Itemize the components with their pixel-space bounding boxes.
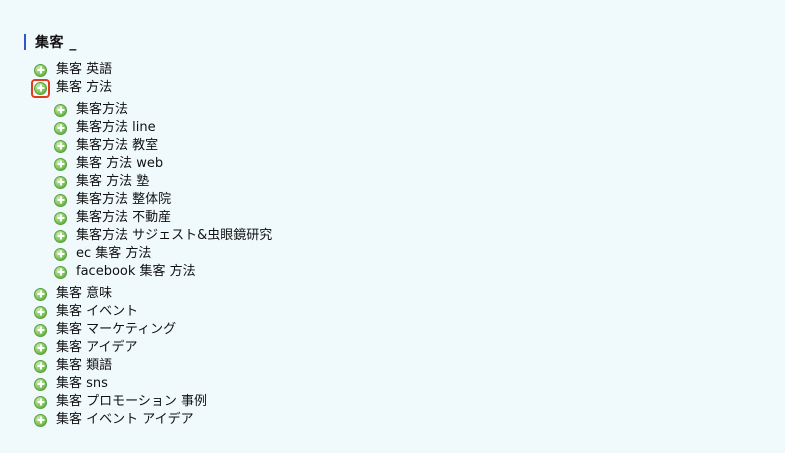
child-item-label[interactable]: 集客方法 不動産 bbox=[76, 209, 171, 227]
plus-circle-icon[interactable] bbox=[34, 287, 47, 301]
plus-circle-icon[interactable] bbox=[54, 175, 67, 189]
child-item-label[interactable]: 集客 方法 塾 bbox=[76, 173, 149, 191]
tree-item[interactable]: 集客 プロモーション 事例 bbox=[34, 393, 272, 411]
child-item-label[interactable]: 集客方法 教室 bbox=[76, 137, 158, 155]
child-item[interactable]: facebook 集客 方法 bbox=[54, 263, 272, 281]
child-item[interactable]: 集客 方法 塾 bbox=[54, 173, 272, 191]
section-heading: 集客 _ bbox=[24, 33, 77, 51]
plus-circle-icon[interactable] bbox=[54, 247, 67, 261]
tree-item-label[interactable]: 集客 方法 bbox=[56, 79, 112, 97]
tree-children-group: 集客方法 集客方法 line 集客方法 教室 集客 方法 web 集客 方法 塾… bbox=[34, 101, 272, 281]
plus-circle-icon[interactable] bbox=[34, 323, 47, 337]
child-item[interactable]: 集客 方法 web bbox=[54, 155, 272, 173]
tree-item-label[interactable]: 集客 マーケティング bbox=[56, 321, 176, 339]
child-list: 集客方法 集客方法 line 集客方法 教室 集客 方法 web 集客 方法 塾… bbox=[54, 101, 272, 281]
plus-circle-icon[interactable] bbox=[34, 81, 47, 95]
plus-circle-icon[interactable] bbox=[34, 377, 47, 391]
tree-item-label[interactable]: 集客 プロモーション 事例 bbox=[56, 393, 207, 411]
child-item-label[interactable]: 集客方法 line bbox=[76, 119, 156, 137]
plus-circle-icon[interactable] bbox=[54, 157, 67, 171]
child-item[interactable]: 集客方法 bbox=[54, 101, 272, 119]
child-item-label[interactable]: facebook 集客 方法 bbox=[76, 263, 196, 281]
plus-circle-icon[interactable] bbox=[34, 395, 47, 409]
tree-item[interactable]: 集客 イベント アイデア bbox=[34, 411, 272, 429]
heading-accent-bar bbox=[24, 34, 26, 50]
child-item[interactable]: 集客方法 整体院 bbox=[54, 191, 272, 209]
plus-circle-icon[interactable] bbox=[54, 229, 67, 243]
expand-toggle-selected[interactable] bbox=[31, 78, 50, 98]
tree-item[interactable]: 集客 アイデア bbox=[34, 339, 272, 357]
tree-item-label[interactable]: 集客 英語 bbox=[56, 61, 112, 79]
plus-circle-icon[interactable] bbox=[54, 211, 67, 225]
plus-circle-icon[interactable] bbox=[54, 193, 67, 207]
plus-circle-icon[interactable] bbox=[34, 341, 47, 355]
tree-item-label[interactable]: 集客 類語 bbox=[56, 357, 112, 375]
child-item[interactable]: 集客方法 line bbox=[54, 119, 272, 137]
tree-item[interactable]: 集客 類語 bbox=[34, 357, 272, 375]
tree-item-expanded[interactable]: 集客 方法 bbox=[31, 78, 272, 98]
plus-circle-icon[interactable] bbox=[54, 139, 67, 153]
tree-item-label[interactable]: 集客 sns bbox=[56, 375, 108, 393]
tree-item[interactable]: 集客 イベント bbox=[34, 303, 272, 321]
keyword-tree: 集客 英語 集客 方法 集客方法 集客方法 line 集客方法 教室 集客 方法… bbox=[31, 61, 272, 429]
plus-circle-icon[interactable] bbox=[34, 63, 47, 77]
tree-item[interactable]: 集客 sns bbox=[34, 375, 272, 393]
plus-circle-icon[interactable] bbox=[34, 305, 47, 319]
tree-item[interactable]: 集客 マーケティング bbox=[34, 321, 272, 339]
child-item[interactable]: ec 集客 方法 bbox=[54, 245, 272, 263]
plus-circle-icon[interactable] bbox=[54, 121, 67, 135]
tree-item[interactable]: 集客 意味 bbox=[34, 285, 272, 303]
tree-item-label[interactable]: 集客 イベント bbox=[56, 303, 138, 321]
child-item-label[interactable]: 集客方法 bbox=[76, 101, 128, 119]
child-item-label[interactable]: 集客 方法 web bbox=[76, 155, 163, 173]
plus-circle-icon[interactable] bbox=[34, 359, 47, 373]
tree-item-label[interactable]: 集客 イベント アイデア bbox=[56, 411, 194, 429]
child-item-label[interactable]: ec 集客 方法 bbox=[76, 245, 151, 263]
plus-circle-icon[interactable] bbox=[54, 265, 67, 279]
child-item[interactable]: 集客方法 不動産 bbox=[54, 209, 272, 227]
child-item-label[interactable]: 集客方法 整体院 bbox=[76, 191, 171, 209]
tree-item-label[interactable]: 集客 アイデア bbox=[56, 339, 137, 357]
plus-circle-icon[interactable] bbox=[34, 413, 47, 427]
tree-item[interactable]: 集客 英語 bbox=[34, 61, 272, 79]
child-item[interactable]: 集客方法 サジェスト&虫眼鏡研究 bbox=[54, 227, 272, 245]
page-title: 集客 _ bbox=[35, 35, 77, 51]
plus-circle-icon[interactable] bbox=[54, 103, 67, 117]
tree-item-label[interactable]: 集客 意味 bbox=[56, 285, 112, 303]
child-item[interactable]: 集客方法 教室 bbox=[54, 137, 272, 155]
child-item-label[interactable]: 集客方法 サジェスト&虫眼鏡研究 bbox=[76, 227, 272, 245]
